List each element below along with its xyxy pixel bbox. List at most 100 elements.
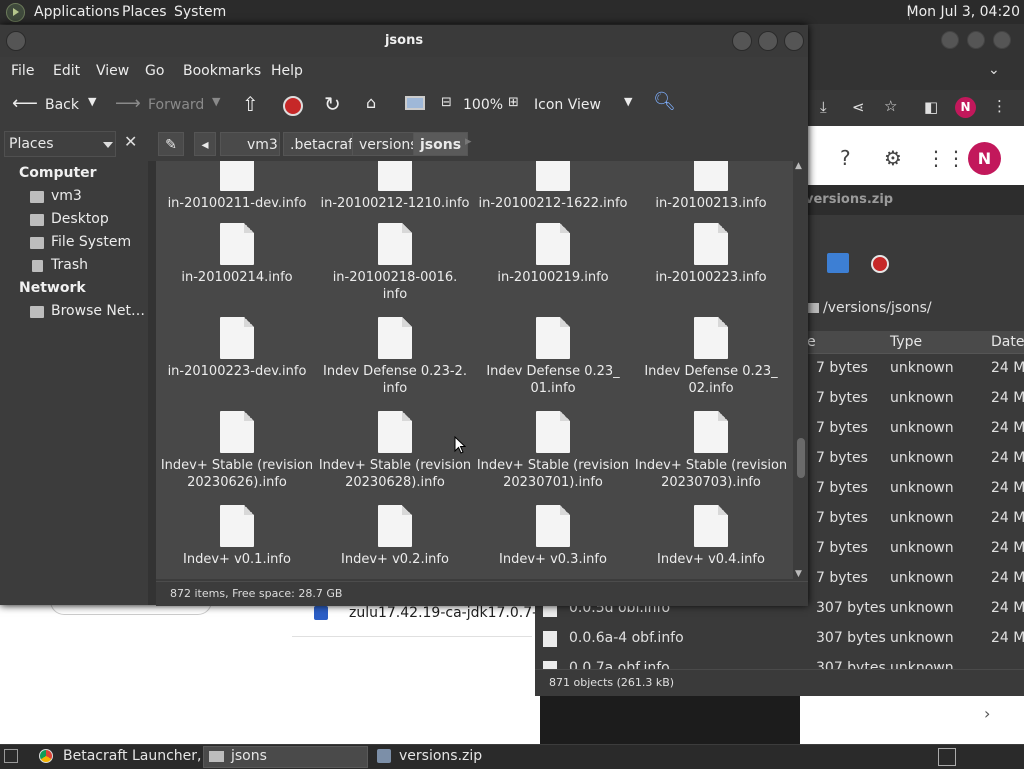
profile-avatar[interactable]: N [955, 97, 976, 118]
settings-gear-icon[interactable]: ⚙ [884, 146, 902, 170]
forward-arrow-icon[interactable]: ⟶ [115, 93, 141, 114]
account-avatar[interactable]: N [968, 142, 1001, 175]
share-icon[interactable]: ⋖ [852, 98, 865, 116]
scroll-down-icon[interactable]: ▼ [795, 569, 802, 579]
places-menu[interactable]: Places [122, 4, 167, 20]
more-menu-icon[interactable]: ⋮ [992, 97, 1007, 115]
menu-help[interactable]: Help [271, 63, 303, 79]
file-item[interactable]: Indev+ Stable (revision 20230703).info [632, 411, 790, 501]
close-icon[interactable] [993, 31, 1011, 49]
back-history-chevron-icon[interactable]: ▼ [88, 95, 96, 108]
minimize-icon[interactable] [941, 31, 959, 49]
close-icon[interactable] [784, 31, 804, 51]
file-item[interactable]: Indev+ v0.1.info [158, 505, 316, 579]
file-item[interactable]: Indev Defense 0.23_ 02.info [632, 317, 790, 407]
task-jsons[interactable]: jsons [231, 748, 267, 768]
help-icon[interactable]: ? [840, 146, 851, 170]
task-jsons-button[interactable] [203, 746, 368, 768]
file-item[interactable]: Indev Defense 0.23_ 01.info [474, 317, 632, 407]
file-name: in-20100223.info [655, 270, 767, 285]
menu-bookmarks[interactable]: Bookmarks [183, 63, 261, 79]
sidebar-item-trash[interactable]: Trash [51, 257, 88, 273]
task-versions-zip[interactable]: versions.zip [399, 748, 482, 768]
side-panel-icon[interactable]: ◧ [924, 98, 938, 116]
sidebar-item-desktop[interactable]: Desktop [51, 211, 109, 227]
text-location-toggle-icon[interactable]: ✎ [158, 132, 184, 156]
maximize-icon[interactable] [967, 31, 985, 49]
search-icon[interactable]: 🔍︎ [653, 91, 676, 112]
zoom-in-icon[interactable]: ⊞ [508, 95, 519, 110]
forward-button[interactable]: Forward [148, 97, 204, 113]
show-desktop-icon[interactable] [938, 748, 956, 766]
sidebar-item-file-system[interactable]: File System [51, 234, 131, 250]
stop-icon[interactable] [283, 96, 303, 116]
menu-view[interactable]: View [96, 63, 129, 79]
tab-list-chevron-icon[interactable]: ⌄ [988, 62, 1000, 78]
file-item[interactable]: Indev+ Stable (revision 20230628).info [316, 411, 474, 501]
applications-menu[interactable]: Applications [34, 4, 120, 20]
scrollbar[interactable]: ▲ ▼ [793, 161, 808, 579]
toolbar: ⟵ Back ▼ ⟶ Forward ▼ ⇧ ↻ ⌂ ⊟ 100% ⊞ Icon… [0, 87, 808, 125]
sidebar-item-browse-network[interactable]: Browse Net… [51, 303, 145, 319]
bookmark-star-icon[interactable]: ☆ [884, 97, 897, 115]
menu-edit[interactable]: Edit [53, 63, 80, 79]
pane-divider[interactable] [148, 161, 156, 605]
window-list-handle-icon[interactable] [4, 749, 18, 763]
column-date-header[interactable]: Date [991, 334, 1024, 350]
download-item-label[interactable]: zulu17.42.19-ca-jdk17.0.7-ma [349, 605, 559, 621]
back-arrow-icon[interactable]: ⟵ [12, 93, 38, 114]
scroll-up-icon[interactable]: ▲ [795, 161, 802, 171]
file-item[interactable]: in-20100223-dev.info [158, 317, 316, 407]
maximize-icon[interactable] [758, 31, 778, 51]
column-size-header[interactable]: e [807, 334, 816, 350]
archive-path[interactable]: /versions/jsons/ [823, 300, 932, 316]
zoom-level[interactable]: 100% [463, 97, 503, 113]
view-mode-chevron-icon[interactable]: ▼ [624, 95, 632, 108]
file-item[interactable]: in-20100218-0016. info [316, 223, 474, 313]
breadcrumb-scroll-right-icon[interactable]: ▸ [465, 134, 472, 149]
file-item[interactable]: in-20100219.info [474, 223, 632, 313]
breadcrumb-jsons[interactable]: jsons [413, 132, 469, 156]
type-cell: unknown [890, 480, 954, 496]
stop-icon[interactable] [871, 255, 889, 273]
zoom-out-icon[interactable]: ⊟ [441, 95, 452, 110]
table-row[interactable]: 0.0.6a-4 obf.info 307 bytesunknown 24 Ma [535, 624, 1024, 654]
reload-icon[interactable]: ↻ [324, 92, 341, 116]
file-item[interactable]: Indev+ v0.2.info [316, 505, 474, 579]
scrollbar-thumb[interactable] [797, 438, 805, 478]
column-type-header[interactable]: Type [890, 334, 922, 350]
view-mode-select[interactable]: Icon View [534, 97, 601, 113]
file-item[interactable]: Indev+ Stable (revision 20230701).info [474, 411, 632, 501]
chevron-right-icon[interactable]: › [984, 704, 990, 723]
file-item[interactable]: Indev+ v0.4.info [632, 505, 790, 579]
sidebar-item-vm3[interactable]: vm3 [51, 188, 82, 204]
breadcrumb-vm3[interactable]: vm3 [220, 132, 280, 156]
menu-file[interactable]: File [11, 63, 34, 79]
file-item[interactable]: Indev Defense 0.23-2. info [316, 317, 474, 407]
forward-history-chevron-icon[interactable]: ▼ [212, 95, 220, 108]
task-betacraft-launcher[interactable]: Betacraft Launcher, J… [63, 748, 224, 768]
computer-icon[interactable] [405, 96, 425, 110]
close-sidebar-icon[interactable]: ✕ [124, 132, 137, 151]
system-menu[interactable]: System [174, 4, 226, 20]
back-button[interactable]: Back [45, 97, 79, 113]
apps-grid-icon[interactable]: ⋮⋮ [926, 146, 966, 170]
file-item[interactable]: in-20100214.info [158, 223, 316, 313]
date-cell: 24 Ma [991, 480, 1024, 496]
mate-logo-icon[interactable] [6, 3, 25, 22]
file-item[interactable]: in-20100223.info [632, 223, 790, 313]
icon-view[interactable]: in-20100211-dev.info in-20100212-1210.inf… [156, 161, 793, 579]
download-icon[interactable]: ⤓ [820, 98, 827, 116]
sidebar-type-select[interactable]: Places [4, 131, 116, 157]
file-name-continued: 02.info [688, 381, 734, 396]
breadcrumb-scroll-left-icon[interactable]: ◂ [194, 132, 216, 156]
menu-go[interactable]: Go [145, 63, 164, 79]
file-item[interactable]: Indev+ Stable (revision 20230626).info [158, 411, 316, 501]
file-item[interactable]: Indev+ v0.3.info [474, 505, 632, 579]
up-arrow-icon[interactable]: ⇧ [242, 92, 259, 116]
clock[interactable]: Mon Jul 3, 04:20 [907, 4, 1020, 20]
home-icon[interactable]: ⌂ [366, 93, 376, 112]
minimize-icon[interactable] [732, 31, 752, 51]
date-cell: 24 Ma [991, 360, 1024, 376]
extract-icon[interactable] [827, 253, 849, 273]
